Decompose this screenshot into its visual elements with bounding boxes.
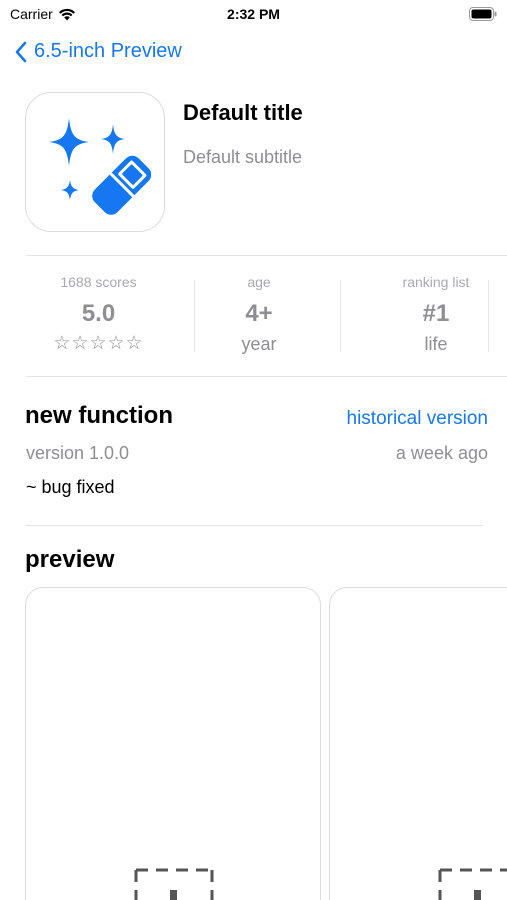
divider	[26, 525, 483, 526]
chevron-left-icon	[15, 41, 27, 62]
sparkle-wand-icon	[49, 118, 151, 215]
scores-label: 1688 scores	[60, 274, 137, 290]
app-detail-screen: Carrier 2:32 PM 6.5-inch Preview Default…	[0, 0, 507, 900]
historical-version-link[interactable]: historical version	[347, 408, 489, 430]
preview-screenshot-card[interactable]	[329, 587, 507, 900]
app-icon	[25, 92, 165, 232]
divider	[26, 255, 507, 256]
status-time: 2:32 PM	[227, 6, 280, 22]
stat-scores: 1688 scores 5.0 ☆☆☆☆☆	[26, 262, 171, 355]
version-text: version 1.0.0	[26, 443, 130, 463]
new-function-title: new function	[25, 402, 173, 429]
scores-value: 5.0	[81, 300, 116, 327]
app-subtitle: Default subtitle	[183, 147, 303, 167]
image-placeholder-icon	[438, 868, 507, 900]
status-bar: Carrier 2:32 PM	[0, 0, 507, 28]
stats-row: 1688 scores 5.0 ☆☆☆☆☆ age 4+ year rankin…	[0, 262, 507, 372]
stat-age: age 4+ year	[195, 262, 323, 355]
ranking-label: ranking list	[402, 274, 470, 290]
preview-title: preview	[25, 546, 115, 573]
stat-ranking: ranking list #1 life	[372, 262, 500, 355]
star-rating: ☆☆☆☆☆	[53, 333, 144, 354]
stat-separator	[340, 280, 341, 352]
back-button[interactable]: 6.5-inch Preview	[14, 40, 182, 63]
age-label: age	[247, 274, 271, 290]
ranking-value: #1	[422, 300, 450, 327]
ranking-category: life	[424, 334, 448, 354]
battery-icon	[469, 7, 497, 26]
stat-separator	[488, 280, 489, 352]
image-placeholder-icon	[134, 868, 214, 900]
release-date: a week ago	[395, 443, 488, 463]
age-value: 4+	[245, 300, 273, 327]
app-title: Default title	[183, 100, 303, 125]
divider	[26, 376, 507, 377]
preview-screenshot-card[interactable]	[25, 587, 321, 900]
back-label: 6.5-inch Preview	[34, 40, 182, 62]
release-notes: ~ bug fixed	[26, 477, 115, 497]
age-unit: year	[241, 334, 277, 354]
